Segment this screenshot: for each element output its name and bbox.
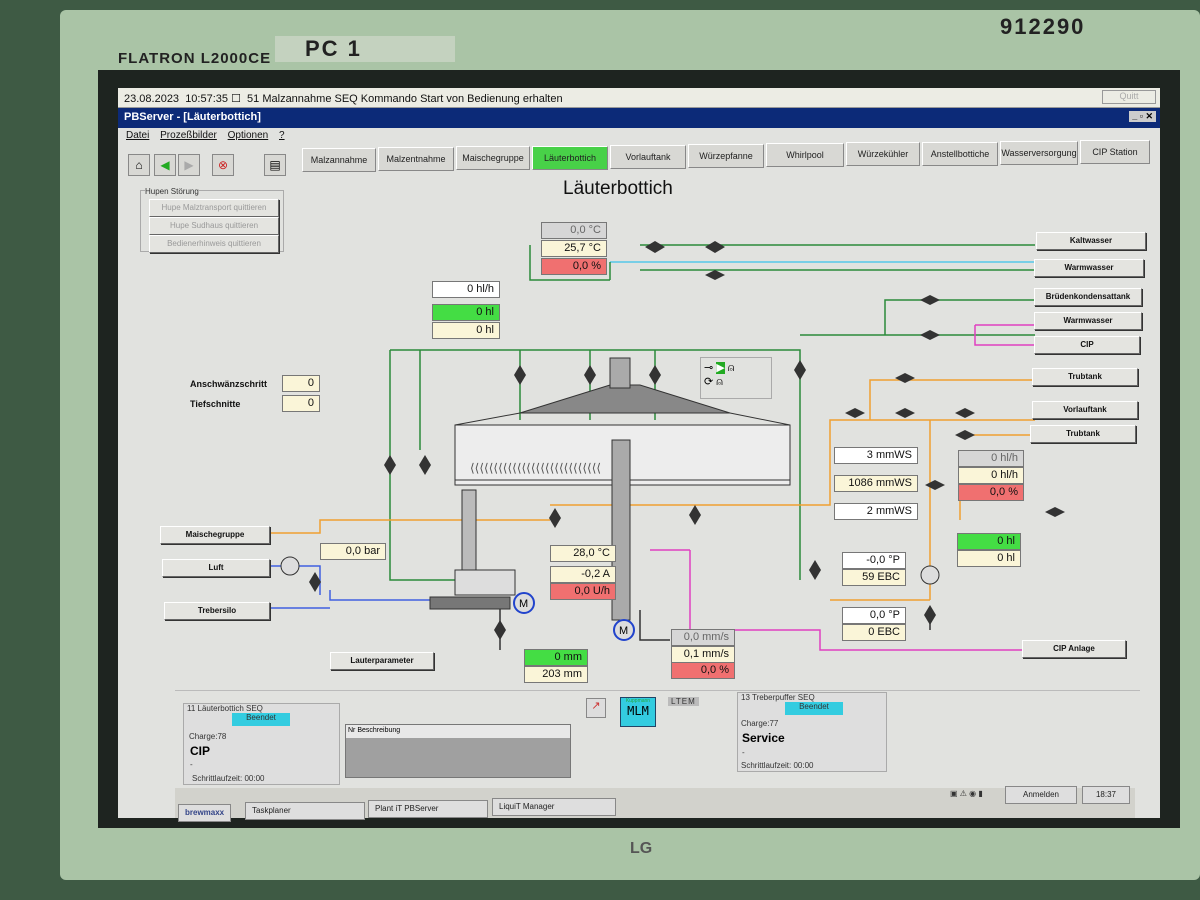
pressure3-value: 2 mmWS xyxy=(834,503,918,520)
vol1-value: 0 hl xyxy=(432,304,500,321)
depth1-value: 0 mm xyxy=(524,649,588,666)
svg-text:M: M xyxy=(519,598,528,610)
maischegruppe-button[interactable]: Maischegruppe xyxy=(160,526,270,544)
play-icon[interactable]: ▶ xyxy=(716,362,725,374)
key-icon[interactable]: ⊸ xyxy=(704,362,713,374)
warmwasser2-button[interactable]: Warmwasser xyxy=(1034,312,1142,330)
seq1-time: Schrittlaufzeit: 00:00 xyxy=(192,774,265,783)
depth2-value: 203 mm xyxy=(524,666,588,683)
pct1-value: 0,0 % xyxy=(541,258,607,275)
speed1-value: 0,0 mm/s xyxy=(671,629,735,646)
seq1-title: 11 Läuterbottich SEQ xyxy=(187,704,263,713)
pct3-value: 0,0 % xyxy=(671,662,735,679)
taskbar-liquit[interactable]: LiquiT Manager xyxy=(492,798,616,816)
tray-icons[interactable]: ▣ ⚠ ◉ ▮ xyxy=(950,789,983,798)
seq2-time: Schrittlaufzeit: 00:00 xyxy=(741,761,814,770)
temp3-value: 28,0 °C xyxy=(550,545,616,562)
trubtank2-button[interactable]: Trubtank xyxy=(1030,425,1136,443)
taskbar-pbserver[interactable]: Plant iT PBServer xyxy=(368,800,488,818)
col-beschreibung: Beschreibung xyxy=(357,727,401,734)
flow1-value: 0 hl/h xyxy=(432,281,500,298)
mlm-button[interactable]: Kuppmann MLM xyxy=(620,697,656,727)
plato2-value: 0,0 °P xyxy=(842,607,906,624)
svg-text:M: M xyxy=(619,625,628,637)
col-nr: Nr xyxy=(348,727,356,734)
seq2-status: Beendet xyxy=(785,702,843,715)
lock-icon[interactable]: ⍝ xyxy=(728,362,735,374)
anschwaenz-value[interactable]: 0 xyxy=(282,375,320,392)
ebc2-value: 0 EBC xyxy=(842,624,906,641)
current-value: -0,2 A xyxy=(550,566,616,583)
temp2-value: 25,7 °C xyxy=(541,240,607,257)
rpm-value: 0,0 U/h xyxy=(550,583,616,600)
luft-button[interactable]: Luft xyxy=(162,559,270,577)
plato1-value: -0,0 °P xyxy=(842,552,906,569)
mlm-label: MLM xyxy=(627,704,649,718)
seq2-charge: Charge:77 xyxy=(741,719,779,728)
seq1-sub: - xyxy=(190,760,193,769)
agitator-controls[interactable]: ⊸ ▶ ⍝ ⟳ ⍝ xyxy=(700,357,772,399)
vol4-value: 0 hl xyxy=(957,550,1021,567)
clock: 18:37 xyxy=(1082,786,1130,804)
vorlauftank-button[interactable]: Vorlauftank xyxy=(1032,401,1138,419)
login-button[interactable]: Anmelden xyxy=(1005,786,1077,804)
lauterparameter-button[interactable]: Lauterparameter xyxy=(330,652,434,670)
ebc1-value: 59 EBC xyxy=(842,569,906,586)
bruedenkondensattank-button[interactable]: Brüdenkondensattank xyxy=(1034,288,1142,306)
taskbar-taskplaner[interactable]: Taskplaner xyxy=(245,802,365,820)
speed2-value: 0,1 mm/s xyxy=(671,646,735,663)
flow2-value: 0 hl/h xyxy=(958,450,1024,467)
flow3-value: 0 hl/h xyxy=(958,467,1024,484)
temp1-value: 0,0 °C xyxy=(541,222,607,239)
pressure2-value: 1086 mmWS xyxy=(834,475,918,492)
kaltwasser-button[interactable]: Kaltwasser xyxy=(1036,232,1146,250)
tief-label: Tiefschnitte xyxy=(190,399,241,409)
seq1-status: Beendet xyxy=(232,713,290,726)
seq2-sub: - xyxy=(742,748,745,757)
trubtank-button[interactable]: Trubtank xyxy=(1032,368,1138,386)
message-list[interactable]: Nr Beschreibung xyxy=(345,724,571,778)
warmwasser-button[interactable]: Warmwasser xyxy=(1034,259,1144,277)
seq2-title: 13 Treberpuffer SEQ xyxy=(741,693,815,702)
pct2-value: 0,0 % xyxy=(958,484,1024,501)
cip-button[interactable]: CIP xyxy=(1034,336,1140,354)
cip-anlage-button[interactable]: CIP Anlage xyxy=(1022,640,1126,658)
trebersilo-button[interactable]: Trebersilo xyxy=(164,602,270,620)
anschwaenz-label: Anschwänzschritt xyxy=(190,379,268,389)
trend-icon[interactable]: ↗ xyxy=(586,698,606,718)
ltem-button[interactable]: LTEM xyxy=(668,697,699,706)
seq1-step: CIP xyxy=(190,744,211,758)
seq2-box[interactable]: 13 Treberpuffer SEQ Beendet Charge:77 Se… xyxy=(737,692,887,772)
vol2-value: 0 hl xyxy=(432,322,500,339)
vol3-value: 0 hl xyxy=(957,533,1021,550)
taskbar-brewmaxx[interactable]: brewmaxx xyxy=(178,804,232,822)
pressure1-value: 3 mmWS xyxy=(834,447,918,464)
svg-text:⟨⟨⟨⟨⟨⟨⟨⟨⟨⟨⟨⟨⟨⟨⟨⟨⟨⟨⟨⟨⟨⟨⟨⟨⟨⟨⟨⟨: ⟨⟨⟨⟨⟨⟨⟨⟨⟨⟨⟨⟨⟨⟨⟨⟨⟨⟨⟨⟨⟨⟨⟨⟨⟨⟨⟨⟨ xyxy=(470,461,601,475)
lock2-icon[interactable]: ⍝ xyxy=(716,376,723,388)
blower-icon xyxy=(280,556,300,576)
message-list-header: Nr Beschreibung xyxy=(346,725,570,738)
pressure-bar-value: 0,0 bar xyxy=(320,543,386,560)
seq2-step: Service xyxy=(742,731,785,745)
tief-value[interactable]: 0 xyxy=(282,395,320,412)
seq1-box[interactable]: 11 Läuterbottich SEQ Beendet Charge:78 C… xyxy=(183,703,340,785)
pump-icon xyxy=(920,565,940,585)
seq1-charge: Charge:78 xyxy=(189,732,227,741)
rotate-icon[interactable]: ⟳ xyxy=(704,376,713,388)
